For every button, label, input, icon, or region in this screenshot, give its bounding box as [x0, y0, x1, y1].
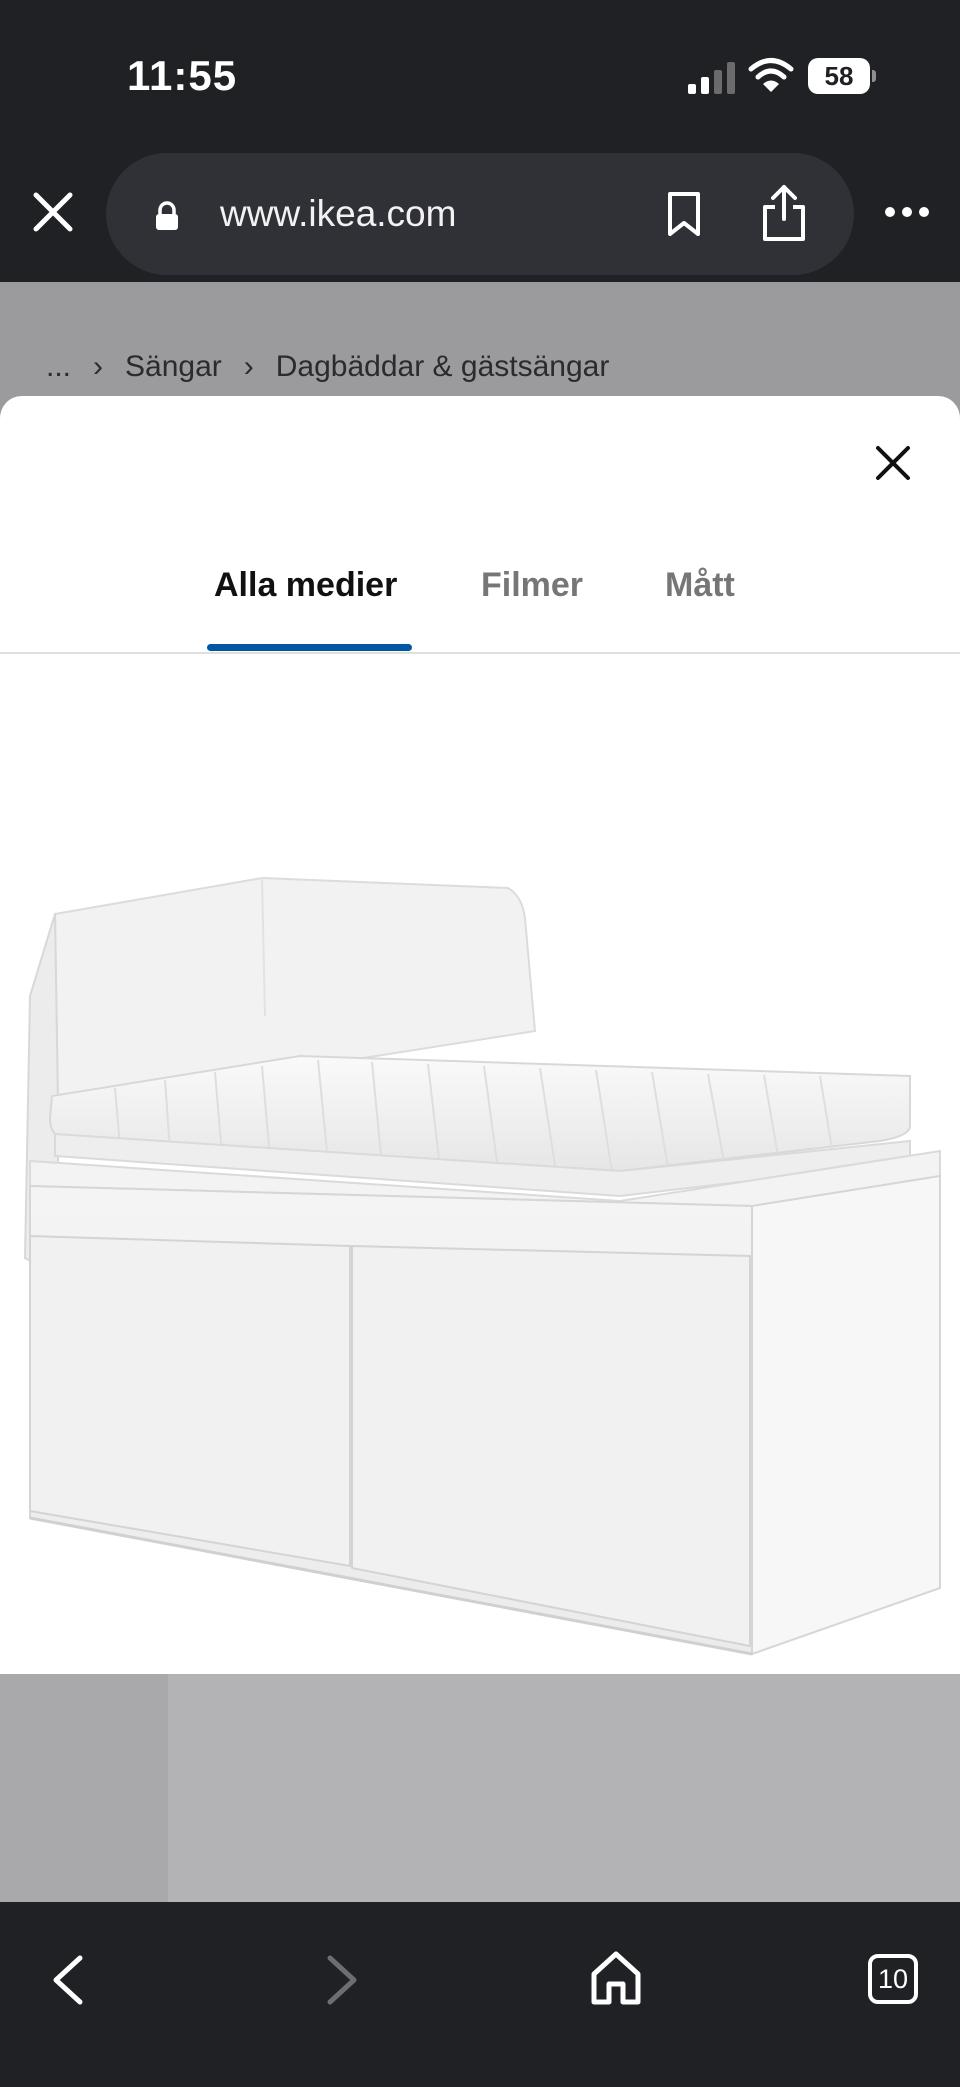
- status-time: 11:55: [127, 52, 238, 99]
- tab-alla-medier[interactable]: Alla medier: [214, 566, 397, 605]
- screen: 11:55 58 www.ikea.com ... › Sängar › Dag…: [0, 0, 960, 2087]
- back-icon[interactable]: [48, 1952, 88, 2008]
- browser-toolbar: www.ikea.com: [0, 145, 960, 282]
- battery-level: 58: [808, 58, 870, 94]
- wifi-icon: [748, 58, 794, 92]
- tab-filmer[interactable]: Filmer: [481, 566, 583, 605]
- close-icon[interactable]: [870, 440, 916, 486]
- media-modal: Alla medier Filmer Mått: [0, 396, 960, 1674]
- home-icon[interactable]: [590, 1950, 642, 2006]
- battery-tip: [872, 70, 876, 82]
- bookmark-icon[interactable]: [664, 191, 704, 237]
- backdrop-shade: [0, 1674, 168, 1902]
- chevron-right-icon: ›: [243, 350, 254, 383]
- active-tab-indicator: [207, 644, 412, 651]
- tabs-icon[interactable]: 10: [868, 1954, 918, 2004]
- breadcrumb-ellipsis[interactable]: ...: [46, 350, 71, 384]
- more-icon[interactable]: [884, 197, 930, 227]
- close-icon[interactable]: [28, 187, 78, 237]
- browser-bottom-nav: 10: [0, 1902, 960, 2087]
- forward-icon[interactable]: [322, 1952, 362, 2008]
- breadcrumb-item-dagbaddar[interactable]: Dagbäddar & gästsängar: [276, 350, 610, 384]
- share-icon[interactable]: [760, 183, 808, 243]
- page-backdrop-lower: [0, 1674, 960, 1902]
- chevron-right-icon: ›: [93, 350, 104, 383]
- breadcrumb: ... › Sängar › Dagbäddar & gästsängar: [46, 350, 631, 384]
- tab-matt[interactable]: Mått: [665, 566, 735, 605]
- battery-icon: 58: [808, 58, 876, 94]
- lock-icon: [156, 201, 178, 230]
- product-image[interactable]: [0, 656, 960, 1674]
- breadcrumb-item-sangar[interactable]: Sängar: [125, 350, 222, 384]
- url-text: www.ikea.com: [220, 193, 457, 234]
- address-bar[interactable]: www.ikea.com: [106, 153, 854, 275]
- status-bar: 11:55 58: [0, 0, 960, 145]
- signal-icon: [688, 62, 735, 94]
- media-tabs: Alla medier Filmer Mått: [0, 546, 960, 654]
